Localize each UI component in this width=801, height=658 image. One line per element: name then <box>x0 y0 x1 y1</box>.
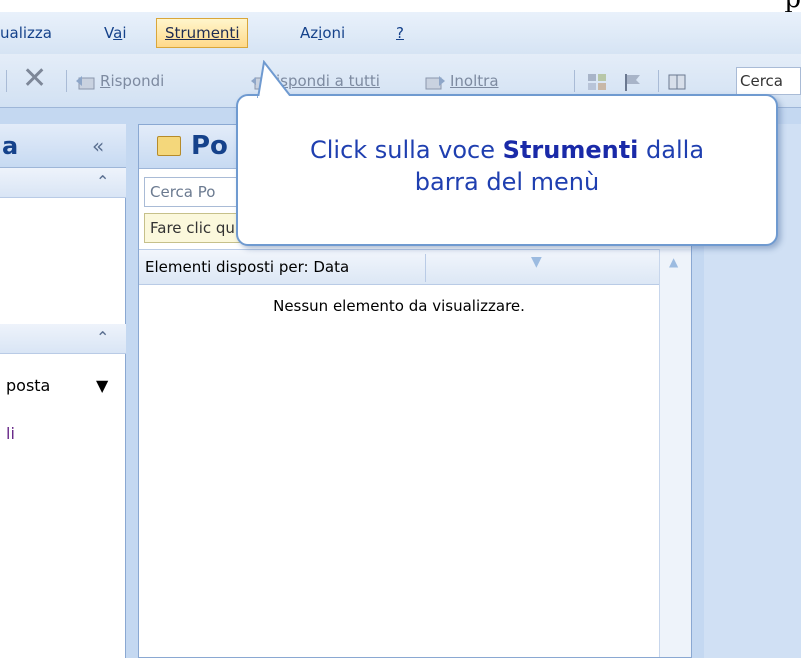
address-book-button[interactable] <box>666 68 692 94</box>
navigation-pane-header: a « <box>0 124 126 168</box>
toolbar-separator <box>658 70 659 92</box>
callout-pointer <box>257 60 294 100</box>
column-separator <box>425 254 426 282</box>
arrange-by-header[interactable]: Elementi disposti per: Data ▼ <box>139 249 659 285</box>
folder-icon <box>157 136 181 156</box>
menu-label: i <box>122 24 127 42</box>
callout-text-bold: Strumenti <box>502 136 639 164</box>
reply-accelerator: R <box>100 72 111 90</box>
arrange-by-label: Elementi disposti per: Data <box>145 258 350 276</box>
tutorial-callout: Click sulla voce Strumenti dalla barra d… <box>236 94 778 246</box>
menu-azioni[interactable]: Azioni <box>300 18 345 48</box>
page-fragment-glyph: p <box>784 0 801 12</box>
menu-label: oni <box>322 24 346 42</box>
vertical-scrollbar[interactable]: ▲ <box>659 249 691 657</box>
search-address-input[interactable]: Cerca <box>736 67 801 95</box>
callout-text: Click sulla voce Strumenti dalla barra d… <box>238 134 776 198</box>
forward-icon <box>425 75 445 89</box>
categorize-icon <box>588 73 606 90</box>
menu-label: V <box>104 24 114 42</box>
navigation-pane: a « ⌃ ⌃ posta ▼ li <box>0 124 126 658</box>
toolbar-separator <box>66 70 67 92</box>
callout-text-post: dalla <box>638 136 705 164</box>
chevron-up-icon[interactable]: ⌃ <box>96 328 109 347</box>
menu-vai[interactable]: Vai <box>104 18 126 48</box>
scroll-up-icon[interactable]: ▲ <box>669 255 678 269</box>
toolbar-separator <box>574 70 575 92</box>
sort-chevron-icon[interactable]: ▼ <box>531 254 542 270</box>
reply-icon <box>76 75 95 89</box>
reply-label: ispondi <box>110 72 165 90</box>
menu-accelerator: ? <box>396 24 404 42</box>
forward-label: Inoltra <box>450 72 499 90</box>
callout-text-pre: Click sulla voce <box>309 136 503 164</box>
menu-accelerator: S <box>165 24 175 42</box>
menu-label: ualizza <box>0 24 52 42</box>
menu-strumenti[interactable]: Strumenti <box>156 18 249 48</box>
address-book-icon <box>668 74 686 89</box>
menu-visualizza[interactable]: ualizza <box>0 18 52 48</box>
flag-button[interactable] <box>622 68 648 94</box>
dropdown-arrow-icon[interactable]: ▼ <box>96 376 108 395</box>
folder-item-posta[interactable]: posta <box>6 376 50 395</box>
callout-text-line2: barra del menù <box>414 168 600 196</box>
menu-label: Az <box>300 24 319 42</box>
menu-accelerator: a <box>113 24 123 42</box>
categorize-button[interactable] <box>586 68 612 94</box>
menu-bar: ualizza Vai Strumenti Azioni ? <box>0 12 801 54</box>
collapse-pane-icon[interactable]: « <box>92 134 104 158</box>
empty-list-message: Nessun elemento da visualizzare. <box>273 297 525 315</box>
toolbar-separator <box>6 70 7 92</box>
flag-icon <box>625 73 640 91</box>
navigation-pane-title: a <box>2 132 19 160</box>
folder-link[interactable]: li <box>6 424 15 443</box>
folder-title: Po <box>191 131 228 161</box>
nav-section-mail-folders[interactable]: ⌃ <box>0 324 126 354</box>
chevron-up-icon[interactable]: ⌃ <box>96 172 109 191</box>
reply-button[interactable]: Rispondi <box>74 68 164 94</box>
nav-section-favorites[interactable]: ⌃ <box>0 168 126 198</box>
menu-help[interactable]: ? <box>396 18 404 48</box>
delete-icon[interactable]: ✕ <box>22 64 47 94</box>
menu-label: trumenti <box>174 24 240 42</box>
forward-button[interactable]: Inoltra <box>424 68 499 94</box>
